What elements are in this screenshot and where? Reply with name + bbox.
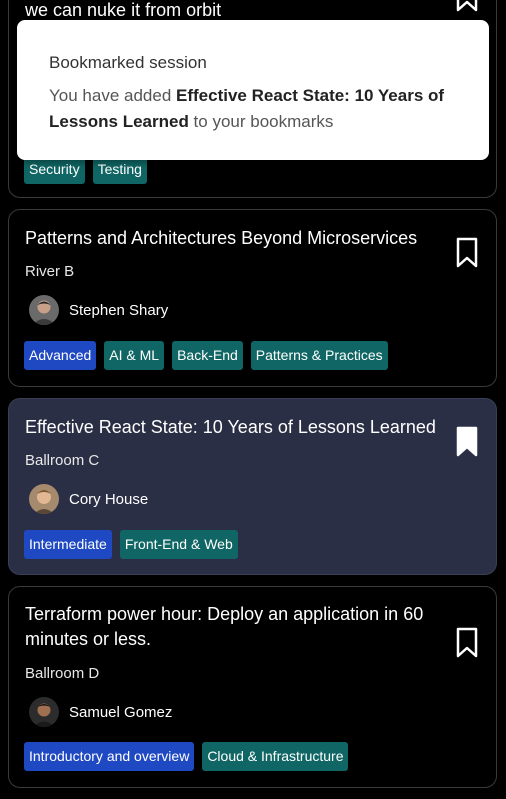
tag-intermediate[interactable]: Intermediate (24, 530, 112, 559)
tag-cloud-infrastructure[interactable]: Cloud & Infrastructure (202, 742, 349, 771)
tag-advanced[interactable]: Advanced (24, 341, 97, 370)
avatar (29, 295, 59, 325)
speaker[interactable]: Samuel Gomez (29, 697, 172, 727)
toast-message-suffix: to your bookmarks (188, 112, 334, 131)
bookmark-toast[interactable]: Bookmarked session You have added Effect… (17, 20, 489, 160)
speaker-name: Stephen Shary (69, 301, 169, 319)
speaker[interactable]: Stephen Shary (29, 295, 168, 325)
toast-title: Bookmarked session (49, 53, 207, 72)
session-title: Terraform power hour: Deploy an applicat… (25, 604, 424, 649)
session-card[interactable]: Effective React State: 10 Years of Lesso… (8, 398, 497, 575)
session-title: Patterns and Architectures Beyond Micros… (25, 228, 418, 248)
tag-patterns-practices[interactable]: Patterns & Practices (250, 341, 388, 370)
bookmark-filled-icon[interactable] (455, 426, 479, 458)
toast-message-prefix: You have added (49, 86, 176, 105)
session-card[interactable]: Terraform power hour: Deploy an applicat… (8, 586, 497, 788)
avatar (29, 484, 59, 514)
session-tags: Intermediate Front-End & Web (24, 530, 238, 559)
tag-ai-ml[interactable]: AI & ML (104, 341, 165, 370)
tag-back-end[interactable]: Back-End (172, 341, 243, 370)
session-room: Ballroom C (25, 452, 100, 469)
session-room: River B (25, 263, 75, 280)
session-title: Effective React State: 10 Years of Lesso… (25, 417, 436, 437)
bookmark-outline-icon[interactable] (455, 0, 479, 13)
speaker-name: Samuel Gomez (69, 703, 173, 721)
session-card[interactable]: Patterns and Architectures Beyond Micros… (8, 209, 497, 387)
tag-front-end-web[interactable]: Front-End & Web (119, 530, 238, 559)
session-tags: Advanced AI & ML Back-End Patterns & Pra… (24, 341, 388, 370)
avatar (29, 697, 59, 727)
session-room: Ballroom D (25, 665, 100, 682)
bookmark-outline-icon[interactable] (455, 627, 479, 659)
speaker-name: Cory House (69, 490, 149, 508)
tag-introductory-overview[interactable]: Introductory and overview (24, 742, 195, 771)
toast-message: You have added Effective React State: 10… (49, 83, 457, 135)
speaker[interactable]: Cory House (29, 484, 148, 514)
bookmark-outline-icon[interactable] (455, 237, 479, 269)
session-tags: Introductory and overview Cloud & Infras… (24, 742, 349, 771)
